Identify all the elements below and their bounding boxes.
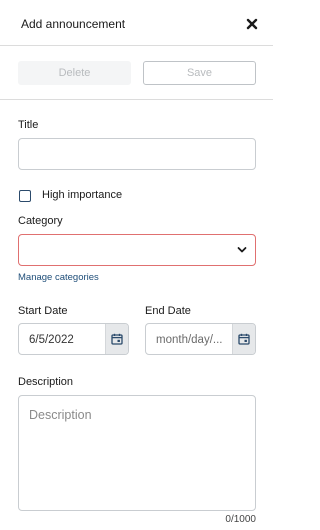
title-input[interactable]: [18, 138, 256, 170]
end-date-placeholder: month/day/...: [156, 334, 223, 346]
end-date-calendar-button[interactable]: [232, 324, 255, 354]
close-button[interactable]: [244, 16, 260, 32]
category-label: Category: [18, 215, 63, 227]
description-placeholder: Description: [29, 408, 92, 422]
action-bar: Delete Save: [0, 46, 273, 100]
description-textarea[interactable]: Description: [18, 395, 256, 511]
character-counter: 0/1000: [225, 514, 256, 525]
title-label: Title: [18, 119, 39, 131]
high-importance-checkbox[interactable]: [19, 190, 31, 202]
manage-categories-link[interactable]: Manage categories: [18, 272, 99, 283]
save-button[interactable]: Save: [143, 61, 256, 85]
start-date-label: Start Date: [18, 305, 68, 317]
chevron-down-icon: [237, 247, 247, 253]
dialog-header: Add announcement: [0, 0, 273, 46]
category-select[interactable]: [18, 234, 256, 266]
calendar-icon: [111, 333, 123, 345]
end-date-label: End Date: [145, 305, 191, 317]
high-importance-label: High importance: [42, 189, 123, 201]
start-date-value: 6/5/2022: [29, 334, 74, 346]
close-icon: [246, 18, 258, 30]
description-label: Description: [18, 376, 74, 388]
dialog-title: Add announcement: [21, 17, 126, 31]
start-date-calendar-button[interactable]: [105, 324, 128, 354]
start-date-input[interactable]: 6/5/2022: [18, 323, 129, 355]
calendar-icon: [238, 333, 250, 345]
end-date-input[interactable]: month/day/...: [145, 323, 256, 355]
delete-button[interactable]: Delete: [18, 61, 131, 85]
